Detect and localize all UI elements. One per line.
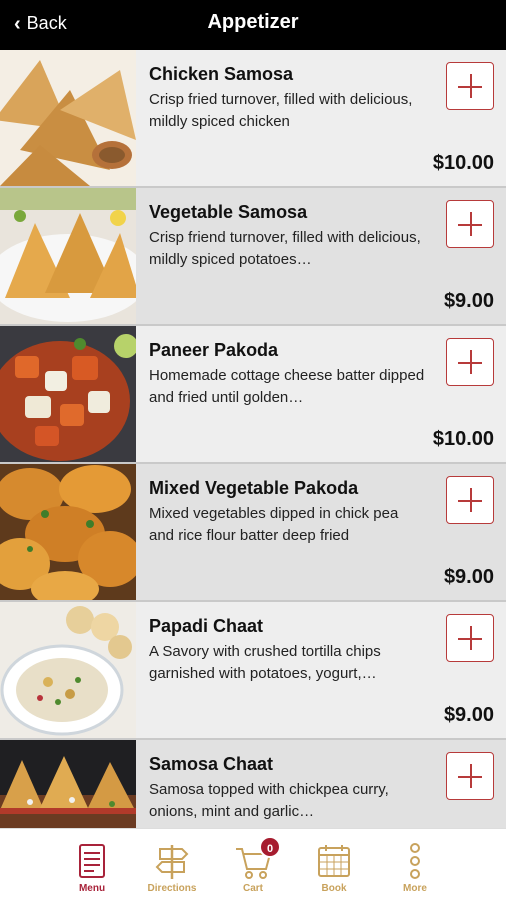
cart-count-badge: 0	[259, 836, 281, 858]
menu-item[interactable]: Samosa Chaat Samosa topped with chickpea…	[0, 740, 506, 828]
tab-menu[interactable]: Menu	[52, 829, 132, 900]
signpost-icon	[152, 841, 192, 881]
menu-item[interactable]: Paneer Pakoda Homemade cottage cheese ba…	[0, 326, 506, 464]
item-name: Paneer Pakoda	[149, 340, 279, 360]
tab-label: Directions	[147, 883, 197, 894]
menu-item[interactable]: Vegetable Samosa Crisp friend turnover, …	[0, 188, 506, 326]
tab-book[interactable]: Book	[294, 829, 374, 900]
food-image	[0, 740, 136, 828]
item-name: Chicken Samosa	[149, 64, 294, 84]
tab-label: Cart	[242, 883, 263, 894]
item-name: Mixed Vegetable Pakoda	[149, 478, 359, 498]
item-description: Crisp fried turnover, filled with delici…	[149, 91, 413, 130]
add-to-cart-button[interactable]	[446, 200, 494, 248]
item-price: $10.00	[432, 428, 494, 450]
bottom-tab-bar: Menu Directions 0 Cart Book More	[0, 828, 506, 900]
food-image	[0, 50, 136, 186]
food-image	[0, 464, 136, 600]
item-description: A Savory with crushed tortilla chips gar…	[149, 643, 381, 682]
food-image	[0, 326, 136, 462]
item-description: Mixed vegetables dipped in chick pea and…	[149, 505, 399, 544]
item-description: Homemade cottage cheese batter dipped an…	[149, 367, 425, 406]
menu-item[interactable]: Mixed Vegetable Pakoda Mixed vegetables …	[0, 464, 506, 602]
tab-cart[interactable]: 0 Cart	[213, 829, 293, 900]
menu-item[interactable]: Chicken Samosa Crisp fried turnover, fil…	[0, 50, 506, 188]
top-nav-bar: ‹ Back Appetizer	[0, 0, 506, 50]
add-to-cart-button[interactable]	[446, 476, 494, 524]
tab-label: More	[403, 883, 427, 894]
item-price: $9.00	[443, 704, 494, 726]
item-name: Samosa Chaat	[149, 754, 274, 774]
more-dots-icon	[395, 841, 435, 881]
add-to-cart-button[interactable]	[446, 62, 494, 110]
tab-label: Menu	[78, 883, 106, 894]
menu-item[interactable]: Papadi Chaat A Savory with crushed torti…	[0, 602, 506, 740]
item-description: Samosa topped with chickpea curry, onion…	[149, 781, 389, 820]
add-to-cart-button[interactable]	[446, 338, 494, 386]
item-description: Crisp friend turnover, filled with delic…	[149, 229, 421, 268]
add-to-cart-button[interactable]	[446, 614, 494, 662]
item-price: $10.00	[432, 152, 494, 174]
food-image	[0, 602, 136, 738]
food-image	[0, 188, 136, 324]
tab-label: Book	[321, 883, 347, 894]
item-name: Vegetable Samosa	[149, 202, 308, 222]
menu-item-list[interactable]: Chicken Samosa Crisp fried turnover, fil…	[0, 50, 506, 828]
tab-more[interactable]: More	[375, 829, 455, 900]
calendar-icon	[314, 841, 354, 881]
item-name: Papadi Chaat	[149, 616, 264, 636]
item-price: $9.00	[443, 566, 494, 588]
item-price: $9.00	[443, 290, 494, 312]
add-to-cart-button[interactable]	[446, 752, 494, 800]
menu-list-icon	[72, 841, 112, 881]
page-title: Appetizer	[207, 11, 299, 33]
tab-directions[interactable]: Directions	[132, 829, 212, 900]
